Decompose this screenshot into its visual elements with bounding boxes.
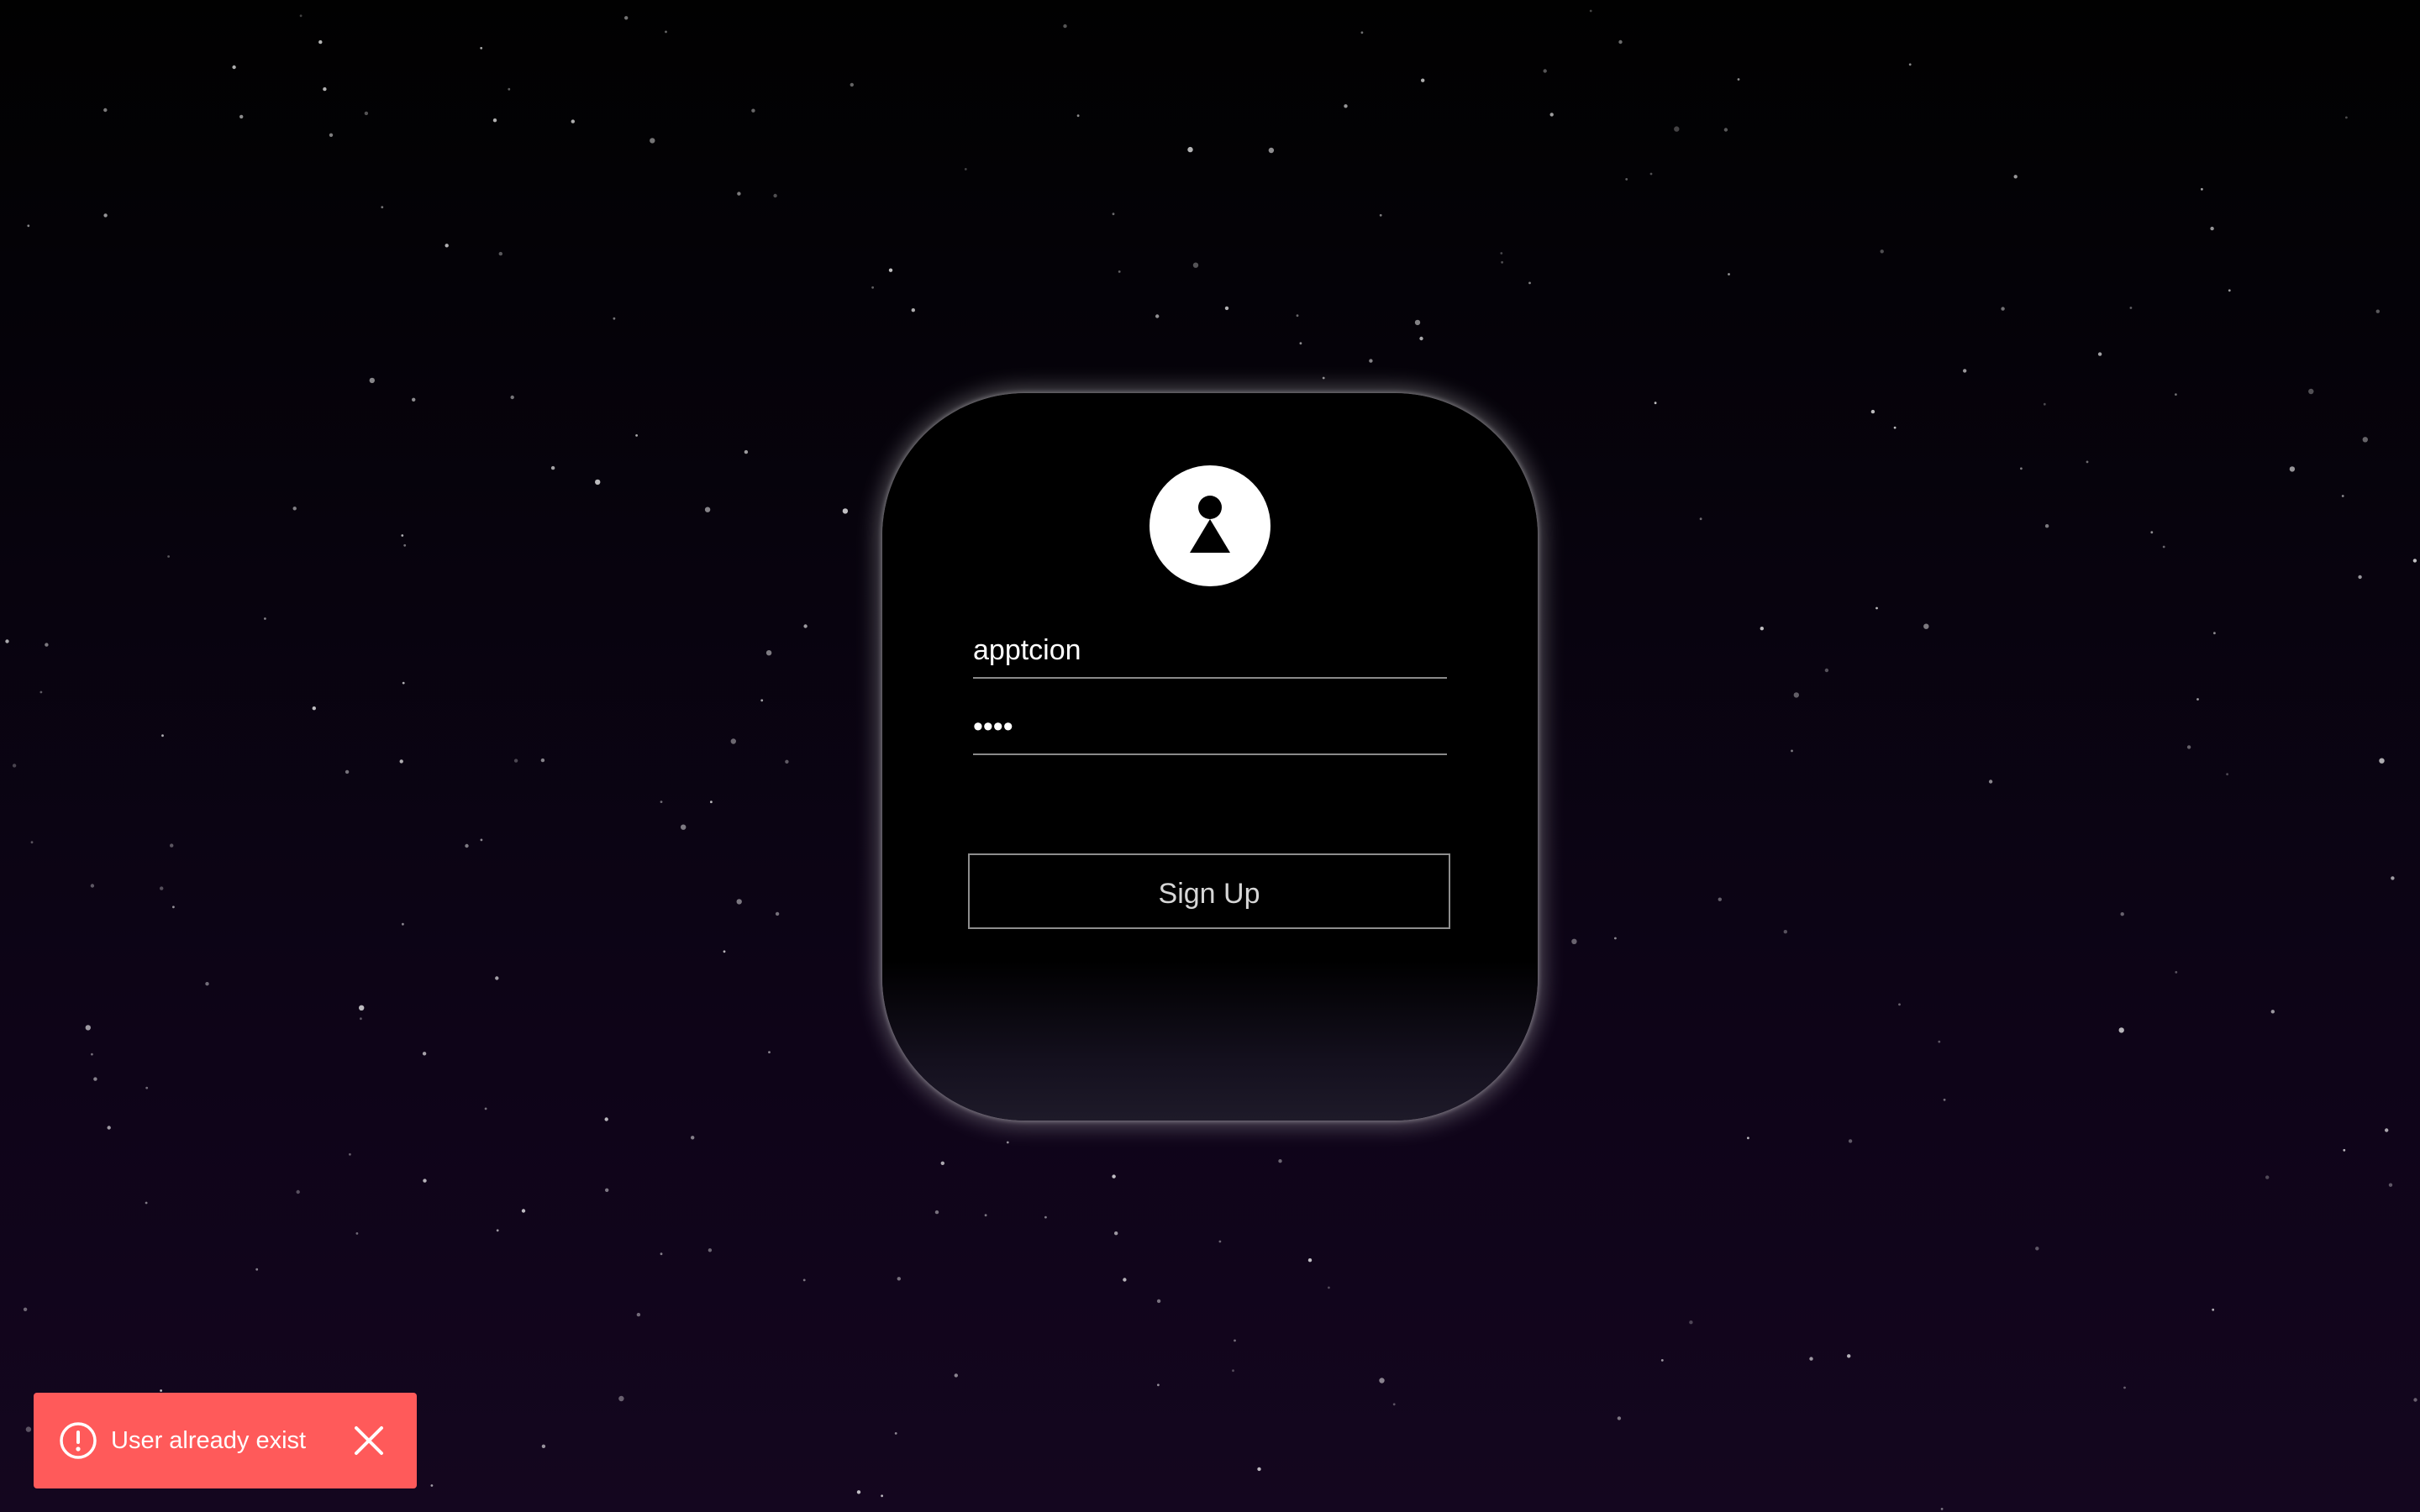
signup-card: Sign Up [882, 393, 1538, 1121]
username-input[interactable] [973, 627, 1447, 674]
password-input[interactable] [973, 703, 1447, 750]
password-field [973, 700, 1447, 755]
close-icon[interactable] [351, 1423, 387, 1458]
toast-message: User already exist [111, 1427, 307, 1454]
error-toast: User already exist [34, 1393, 417, 1488]
user-avatar-icon [1150, 465, 1270, 586]
alert-circle-icon [59, 1421, 97, 1460]
sign-up-button[interactable]: Sign Up [968, 853, 1450, 929]
username-field [973, 623, 1447, 679]
